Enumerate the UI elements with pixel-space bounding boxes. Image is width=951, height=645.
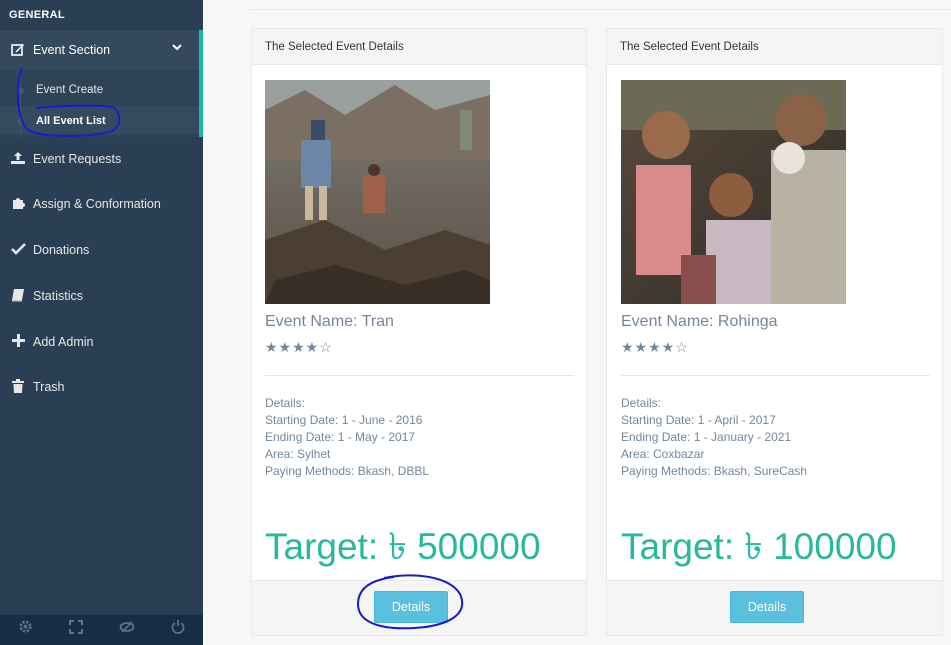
plus-icon — [9, 334, 27, 350]
sidebar-item-assign[interactable]: Assign & Conformation — [0, 190, 203, 218]
chevron-down-icon — [172, 42, 182, 54]
event-image — [621, 80, 846, 304]
edit-icon — [9, 42, 27, 59]
sidebar-item-label: Trash — [33, 380, 65, 394]
sidebar-item-label: Donations — [33, 243, 90, 257]
event-name: Event Name: Tran — [265, 313, 394, 330]
event-image — [265, 80, 490, 304]
sidebar-item-donations[interactable]: Donations — [0, 236, 203, 264]
divider — [265, 375, 574, 376]
submenu-dot — [17, 118, 24, 125]
sidebar-item-add-admin[interactable]: Add Admin — [0, 328, 203, 356]
upload-icon — [9, 151, 27, 168]
rating-stars: ★★★★☆ — [621, 339, 689, 355]
trash-icon — [9, 378, 27, 396]
submenu-item-all-event-list[interactable]: All Event List — [36, 115, 106, 127]
divider — [621, 375, 930, 376]
check-icon — [9, 242, 27, 258]
area: Area: Coxbazar — [621, 447, 705, 461]
sidebar-item-trash[interactable]: Trash — [0, 373, 203, 401]
event-details: Details: Starting Date: 1 - June - 2016 … — [265, 395, 429, 480]
content-top-divider — [250, 9, 951, 10]
paying-methods: Paying Methods: Bkash, SureCash — [621, 464, 808, 478]
section-title: GENERAL — [9, 9, 65, 21]
paying-methods: Paying Methods: Bkash, DBBL — [265, 464, 430, 478]
ending-date: Ending Date: 1 - January - 2021 — [621, 430, 792, 444]
area: Area: Sylhet — [265, 447, 331, 461]
rating-stars: ★★★★☆ — [265, 339, 333, 355]
starting-date: Starting Date: 1 - June - 2016 — [265, 413, 423, 427]
sidebar-item-event-section[interactable]: Event Section — [0, 30, 203, 70]
event-submenu: Event Create All Event List — [0, 70, 203, 137]
event-card: The Selected Event Details Event Name: R… — [606, 28, 943, 636]
sidebar: GENERAL Event Section Event Create All E… — [0, 0, 203, 645]
sidebar-item-event-requests[interactable]: Event Requests — [0, 145, 203, 173]
power-icon[interactable] — [152, 615, 203, 645]
details-heading: Details: — [621, 396, 662, 410]
event-card: The Selected Event Details Event Name: T… — [251, 28, 587, 636]
event-name: Event Name: Rohinga — [621, 313, 778, 330]
fullscreen-icon[interactable] — [51, 615, 102, 645]
hide-icon[interactable] — [102, 615, 153, 645]
submenu-item-event-create[interactable]: Event Create — [36, 84, 103, 96]
target-amount: Target: ৳ 100000 — [621, 526, 897, 567]
card-footer: Details — [607, 580, 942, 635]
ending-date: Ending Date: 1 - May - 2017 — [265, 430, 416, 444]
card-footer: Details — [252, 580, 586, 635]
details-button[interactable]: Details — [374, 591, 448, 623]
details-heading: Details: — [265, 396, 306, 410]
card-header: The Selected Event Details — [252, 29, 586, 65]
sidebar-item-label: Assign & Conformation — [33, 197, 161, 211]
sidebar-item-label: Add Admin — [33, 335, 94, 349]
puzzle-icon — [9, 195, 27, 213]
sidebar-item-label: Statistics — [33, 289, 84, 303]
event-details: Details: Starting Date: 1 - April - 2017… — [621, 395, 807, 480]
settings-icon[interactable] — [0, 615, 51, 645]
book-icon — [9, 288, 27, 305]
target-amount: Target: ৳ 500000 — [265, 526, 541, 567]
sidebar-item-statistics[interactable]: Statistics — [0, 282, 203, 310]
card-header: The Selected Event Details — [607, 29, 942, 65]
starting-date: Starting Date: 1 - April - 2017 — [621, 413, 776, 427]
sidebar-item-label: Event Requests — [33, 152, 122, 166]
sidebar-item-label: Event Section — [33, 43, 111, 57]
submenu-line — [20, 70, 21, 137]
sidebar-footer — [0, 615, 203, 645]
details-button[interactable]: Details — [730, 591, 804, 623]
submenu-dot — [17, 87, 24, 94]
